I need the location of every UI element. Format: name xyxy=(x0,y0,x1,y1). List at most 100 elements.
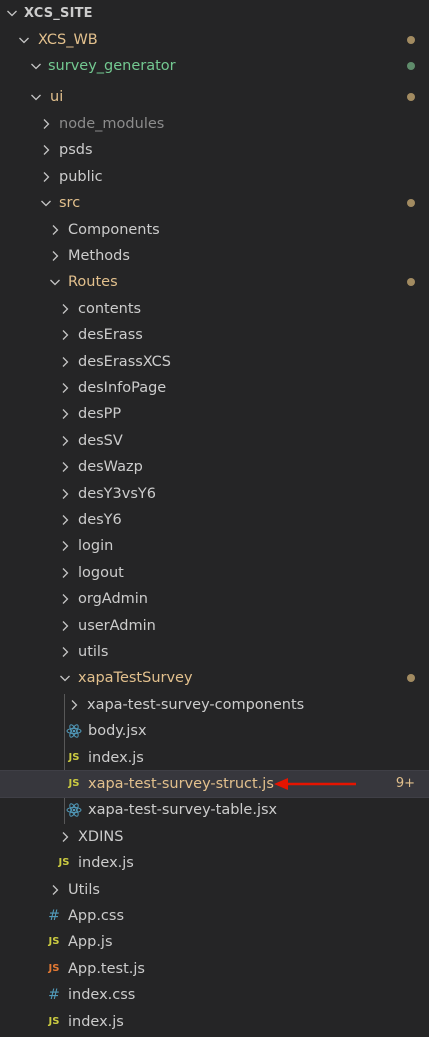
tree-file-index-js[interactable]: JS index.js xyxy=(0,745,429,771)
tree-file-app-css[interactable]: # App.css xyxy=(0,903,429,929)
tree-root-label: XCS_SITE xyxy=(24,5,93,21)
tree-item-label: index.js xyxy=(68,1014,124,1030)
file-explorer-tree: XCS_SITE XCS_WB survey_generator ui node… xyxy=(0,0,429,1037)
tree-item-label: xapa-test-survey-table.jsx xyxy=(88,802,278,818)
js-icon: JS xyxy=(58,857,70,868)
chevron-down-icon xyxy=(28,89,44,105)
tree-folder-survey-generator[interactable]: survey_generator xyxy=(0,53,429,79)
css-icon: # xyxy=(48,908,60,924)
chevron-down-icon xyxy=(57,670,73,686)
tree-item-label: desErass xyxy=(78,327,143,343)
chevron-right-icon xyxy=(57,618,73,634)
chevron-right-icon xyxy=(57,538,73,554)
tree-folder-xapa-test-survey-components[interactable]: xapa-test-survey-components xyxy=(0,692,429,718)
chevron-down-icon xyxy=(47,274,63,290)
tree-folder-login[interactable]: login xyxy=(0,533,429,559)
tree-item-label: ui xyxy=(50,89,64,105)
chevron-right-icon xyxy=(57,327,73,343)
tree-folder-deswazp[interactable]: desWazp xyxy=(0,454,429,480)
tree-file-xapa-test-survey-table-jsx[interactable]: xapa-test-survey-table.jsx xyxy=(0,797,429,823)
tree-item-label: desY3vsY6 xyxy=(78,486,156,502)
tree-folder-public[interactable]: public xyxy=(0,164,429,190)
tree-folder-xcs-wb[interactable]: XCS_WB xyxy=(0,27,429,53)
tree-file-app-js[interactable]: JS App.js xyxy=(0,929,429,955)
chevron-right-icon xyxy=(47,882,63,898)
chevron-right-icon xyxy=(57,354,73,370)
tree-item-label: XDINS xyxy=(78,829,124,845)
tree-item-label: index.js xyxy=(88,750,144,766)
tree-item-label: contents xyxy=(78,301,142,317)
chevron-right-icon xyxy=(57,486,73,502)
tree-file-body-jsx[interactable]: body.jsx xyxy=(0,718,429,744)
tree-file-app-test-js[interactable]: JS App.test.js xyxy=(0,956,429,982)
chevron-right-icon xyxy=(57,512,73,528)
tree-item-label: index.js xyxy=(78,855,134,871)
tree-file-index-css[interactable]: # index.css xyxy=(0,982,429,1008)
modified-dot-icon xyxy=(407,199,415,207)
tree-folder-orgadmin[interactable]: orgAdmin xyxy=(0,586,429,612)
css-icon: # xyxy=(48,987,60,1003)
tree-item-label: xapa-test-survey-components xyxy=(87,697,305,713)
tree-folder-src[interactable]: src xyxy=(0,190,429,216)
tree-item-label: Routes xyxy=(68,274,118,290)
tree-folder-psds[interactable]: psds xyxy=(0,137,429,163)
tree-folder-desy3vsy6[interactable]: desY3vsY6 xyxy=(0,481,429,507)
chevron-right-icon xyxy=(38,169,54,185)
chevron-right-icon xyxy=(47,248,63,264)
tree-folder-components[interactable]: Components xyxy=(0,217,429,243)
tree-folder-despp[interactable]: desPP xyxy=(0,401,429,427)
tree-folder-desinfopage[interactable]: desInfoPage xyxy=(0,375,429,401)
chevron-right-icon xyxy=(57,380,73,396)
tree-item-label: xapa-test-survey-struct.js xyxy=(88,776,274,792)
tree-folder-dessv[interactable]: desSV xyxy=(0,428,429,454)
untracked-dot-icon xyxy=(407,62,415,70)
tree-item-label: XCS_WB xyxy=(38,32,98,48)
tree-folder-deserassxcs[interactable]: desErassXCS xyxy=(0,349,429,375)
chevron-down-icon xyxy=(28,58,44,74)
chevron-right-icon xyxy=(57,591,73,607)
tree-folder-contents[interactable]: contents xyxy=(0,296,429,322)
modified-dot-icon xyxy=(407,93,415,101)
tree-folder-xapatestsurvey[interactable]: xapaTestSurvey xyxy=(0,665,429,691)
js-icon: JS xyxy=(48,1016,60,1027)
tree-folder-deserass[interactable]: desErass xyxy=(0,322,429,348)
modified-dot-icon xyxy=(407,36,415,44)
chevron-right-icon xyxy=(66,697,82,713)
tree-item-label: body.jsx xyxy=(88,723,147,739)
tree-item-label: desY6 xyxy=(78,512,122,528)
tree-item-label: utils xyxy=(78,644,109,660)
js-icon: JS xyxy=(68,778,80,789)
tree-item-label: xapaTestSurvey xyxy=(78,670,193,686)
tree-item-label: desPP xyxy=(78,406,122,422)
modified-dot-icon xyxy=(407,674,415,682)
tree-folder-routes[interactable]: Routes xyxy=(0,269,429,295)
tree-folder-xdins[interactable]: XDINS xyxy=(0,824,429,850)
js-icon: JS xyxy=(68,752,80,763)
tree-item-label: desErassXCS xyxy=(78,354,172,370)
chevron-down-icon xyxy=(38,195,54,211)
tree-folder-methods[interactable]: Methods xyxy=(0,243,429,269)
chevron-right-icon xyxy=(57,565,73,581)
tree-folder-logout[interactable]: logout xyxy=(0,560,429,586)
tree-item-label: App.js xyxy=(68,934,113,950)
tree-item-label: psds xyxy=(59,142,93,158)
chevron-right-icon xyxy=(57,459,73,475)
tree-file-routes-index-js[interactable]: JS index.js xyxy=(0,850,429,876)
tree-item-label: public xyxy=(59,169,103,185)
chevron-right-icon xyxy=(47,222,63,238)
chevron-right-icon xyxy=(57,433,73,449)
tree-folder-desy6[interactable]: desY6 xyxy=(0,507,429,533)
tree-folder-node-modules[interactable]: node_modules xyxy=(0,111,429,137)
tree-folder-ui[interactable]: ui xyxy=(0,84,429,110)
tree-item-label: Components xyxy=(68,222,160,238)
tree-folder-utils[interactable]: utils xyxy=(0,639,429,665)
tree-folder-utils-src[interactable]: Utils xyxy=(0,877,429,903)
tree-item-label: desSV xyxy=(78,433,123,449)
chevron-right-icon xyxy=(38,116,54,132)
tree-folder-useradmin[interactable]: userAdmin xyxy=(0,613,429,639)
tree-file-xapa-test-survey-struct-js[interactable]: JS xapa-test-survey-struct.js 9+ xyxy=(0,770,429,798)
tree-item-label: logout xyxy=(78,565,124,581)
tree-file-src-index-js[interactable]: JS index.js xyxy=(0,1009,429,1035)
tree-item-label: src xyxy=(59,195,81,211)
tree-root-xcs-site[interactable]: XCS_SITE xyxy=(0,0,429,26)
